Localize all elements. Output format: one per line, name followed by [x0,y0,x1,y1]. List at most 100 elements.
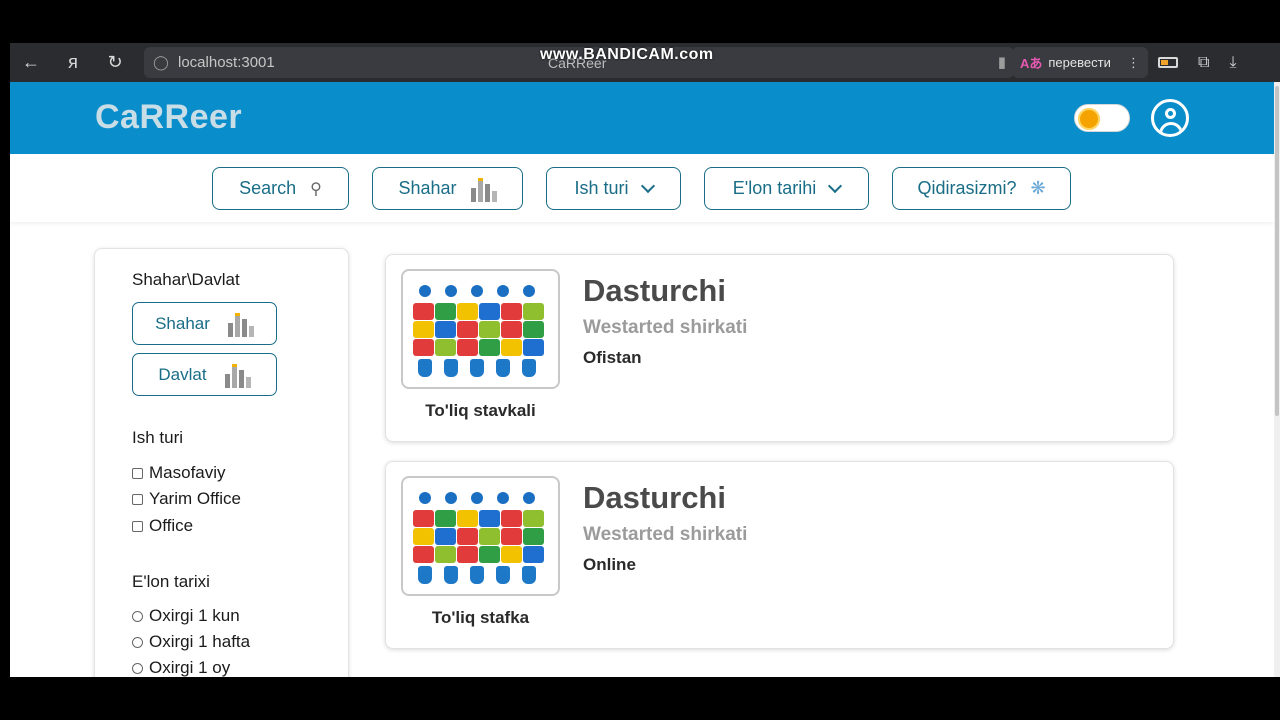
puzzle-piece [523,303,544,320]
radio-button[interactable] [132,610,143,622]
puzzle-piece [413,510,434,527]
figure-head [445,285,457,297]
post-date-option[interactable]: Oxirgi 1 oy [132,658,230,677]
post-date-dropdown-label: E'lon tarihi [732,178,817,198]
post-date-option[interactable]: Oxirgi 1 kun [132,606,240,626]
puzzle-piece [479,339,500,356]
user-profile-icon[interactable] [1151,99,1189,137]
yandex-icon[interactable]: я [52,43,94,82]
post-date-dropdown[interactable]: E'lon tarihi [704,167,869,210]
bookmark-icon[interactable]: ▮ [998,53,1006,71]
theme-toggle[interactable] [1074,104,1130,132]
location-heading: Shahar\Davlat [132,270,240,289]
page-scrollbar[interactable] [1274,82,1280,677]
post-date-heading: E'lon tarixi [132,572,210,591]
teamwork-image [401,476,560,596]
looking-for-button[interactable]: Qidirasizmi? ❋ [892,167,1071,210]
country-button-label: Davlat [158,364,207,384]
country-button[interactable]: Davlat [132,353,277,396]
puzzle-piece [413,321,434,338]
figure-head [497,492,509,504]
puzzle-piece [457,303,478,320]
job-card[interactable]: To'liq stavkali Dasturchi Westarted shir… [385,254,1174,442]
checkbox[interactable] [132,493,143,505]
chevron-down-icon [828,178,843,193]
figure-head [471,492,483,504]
figure-body [470,566,484,584]
filter-sidebar: Shahar\Davlat Shahar Davlat Ish turi Mas… [94,248,349,677]
job-location: Ofistan [583,348,642,367]
url-text[interactable]: localhost:3001 [178,54,275,71]
buildings-icon [224,362,251,388]
work-type-option[interactable]: Masofaviy [132,463,226,483]
job-title[interactable]: Dasturchi [583,273,726,309]
work-type-dropdown-label: Ish turi [574,178,629,198]
figure-body [470,359,484,377]
figure-body [522,566,536,584]
checkbox[interactable] [132,520,143,532]
figure-body [418,566,432,584]
extensions-icon[interactable]: ⧉ [1198,54,1209,72]
radio-button[interactable] [132,662,143,674]
puzzle-piece [501,528,522,545]
puzzle-piece [501,510,522,527]
puzzle-piece [413,339,434,356]
puzzle-piece [413,546,434,563]
radio-button[interactable] [132,636,143,648]
puzzle-piece [523,528,544,545]
checkbox[interactable] [132,467,143,479]
translate-button[interactable]: Aあ перевести ⋮ [1012,47,1148,78]
figure-body [418,359,432,377]
puzzle-piece [501,303,522,320]
puzzle-piece [479,303,500,320]
puzzle-piece [435,510,456,527]
puzzle-piece [523,321,544,338]
figure-body [444,566,458,584]
battery-saver-icon[interactable] [1158,57,1178,68]
translate-label: перевести [1048,55,1111,70]
puzzle-piece [501,546,522,563]
work-type-heading: Ish turi [132,428,184,447]
puzzle-piece [479,510,500,527]
app-viewport: CaRReer Search ⚲ Shahar Ish turi E'lon t… [10,82,1274,677]
buildings-icon [227,311,254,337]
figure-head [419,492,431,504]
work-type-option-label: Yarim Office [149,489,241,508]
figure-body [522,359,536,377]
puzzle-piece [457,339,478,356]
post-date-option[interactable]: Oxirgi 1 hafta [132,632,250,652]
figure-body [444,359,458,377]
more-icon[interactable]: ⋮ [1127,55,1140,71]
chevron-down-icon [640,178,655,193]
reload-icon[interactable]: ↻ [94,43,136,82]
buildings-icon [470,176,497,202]
figure-head [471,285,483,297]
job-card[interactable]: To'liq stafka Dasturchi Westarted shirka… [385,461,1174,649]
app-header: CaRReer [10,82,1274,154]
search-button[interactable]: Search ⚲ [212,167,349,210]
puzzle-piece [413,528,434,545]
city-button[interactable]: Shahar [132,302,277,345]
company-name: Westarted shirkati [583,317,748,338]
puzzle-piece [523,339,544,356]
back-icon[interactable]: ← [10,43,52,82]
puzzle-piece [501,321,522,338]
figure-head [523,285,535,297]
work-type-option[interactable]: Office [132,516,193,536]
site-logo[interactable]: CaRReer [95,98,242,137]
puzzle-piece [457,321,478,338]
figure-head [523,492,535,504]
city-filter-button[interactable]: Shahar [372,167,523,210]
job-title[interactable]: Dasturchi [583,480,726,516]
letterbox-top [0,0,1280,43]
work-type-dropdown[interactable]: Ish turi [546,167,681,210]
work-type-option[interactable]: Yarim Office [132,489,241,509]
work-type-option-label: Masofaviy [149,463,226,482]
teamwork-image [401,269,560,389]
puzzle-piece [479,546,500,563]
puzzle-piece [501,339,522,356]
download-icon[interactable]: ⤓ [1229,54,1236,72]
figure-body [496,359,510,377]
spinner-icon: ❋ [1030,178,1046,198]
site-info-icon[interactable]: ◯ [144,54,178,71]
